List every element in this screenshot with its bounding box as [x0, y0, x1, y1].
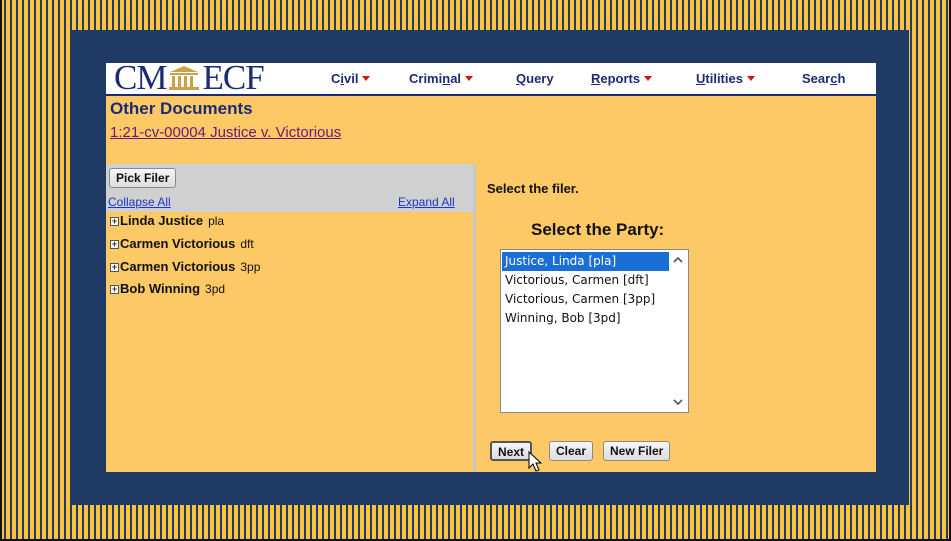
expand-all-link[interactable]: Expand All — [398, 195, 455, 209]
expand-icon[interactable]: + — [110, 285, 119, 294]
courthouse-icon — [169, 66, 200, 90]
mouse-pointer-icon — [528, 451, 543, 472]
cmecf-logo[interactable]: CM ECF — [114, 58, 265, 97]
logo-text-left: CM — [114, 58, 167, 97]
filer-tree-toolbar: Pick Filer Collapse All Expand All — [106, 164, 473, 212]
menu-query[interactable]: Query — [516, 71, 554, 86]
party-listbox[interactable]: Justice, Linda [pla] Victorious, Carmen … — [500, 249, 689, 413]
party-tree-item[interactable]: + Carmen Victorious dft — [110, 236, 254, 251]
pick-filer-button[interactable]: Pick Filer — [109, 168, 177, 188]
party-select-title: Select the Party: — [531, 220, 665, 239]
party-option[interactable]: Justice, Linda [pla] — [502, 252, 669, 271]
party-option[interactable]: Winning, Bob [3pd] — [502, 309, 687, 328]
dropdown-caret-icon — [465, 76, 474, 81]
filer-tree-panel: Pick Filer Collapse All Expand All + Lind… — [106, 164, 473, 472]
dropdown-caret-icon — [362, 76, 371, 81]
expand-icon[interactable]: + — [110, 263, 119, 272]
dropdown-caret-icon — [644, 76, 653, 81]
party-tree-item[interactable]: + Bob Winning 3pd — [110, 281, 225, 296]
menu-criminal[interactable]: Criminal — [409, 71, 474, 86]
tree-links: Collapse All Expand All — [106, 195, 473, 209]
party-option[interactable]: Victorious, Carmen [3pp] — [502, 290, 687, 309]
dropdown-caret-icon — [746, 76, 755, 81]
scroll-up-icon[interactable] — [670, 253, 686, 267]
party-tree-item[interactable]: + Linda Justice pla — [110, 213, 224, 228]
party-option[interactable]: Victorious, Carmen [dft] — [502, 271, 687, 290]
header-bar: CM ECF Civil Criminal Query Reports Util… — [106, 58, 876, 97]
expand-icon[interactable]: + — [110, 217, 119, 226]
party-select-panel: Select the filer. Select the Party: Just… — [476, 164, 876, 472]
filer-instruction: Select the filer. — [487, 181, 579, 196]
new-filer-button[interactable]: New Filer — [603, 441, 671, 461]
clear-button[interactable]: Clear — [549, 441, 594, 461]
menu-utilities[interactable]: Utilities — [696, 71, 755, 86]
collapse-all-link[interactable]: Collapse All — [108, 195, 171, 209]
expand-icon[interactable]: + — [110, 240, 119, 249]
menu-civil[interactable]: Civil — [331, 71, 371, 86]
next-button[interactable]: Next — [490, 441, 533, 461]
menu-reports[interactable]: Reports — [591, 71, 653, 86]
cmecf-window: CM ECF Civil Criminal Query Reports Util… — [106, 58, 876, 472]
page-title: Other Documents — [110, 99, 253, 118]
scroll-down-icon[interactable] — [670, 395, 686, 409]
menu-search[interactable]: Search — [802, 71, 845, 86]
logo-text-right: ECF — [202, 58, 264, 97]
party-tree-item[interactable]: + Carmen Victorious 3pp — [110, 259, 260, 274]
case-link[interactable]: 1:21-cv-00004 Justice v. Victorious — [110, 124, 341, 141]
